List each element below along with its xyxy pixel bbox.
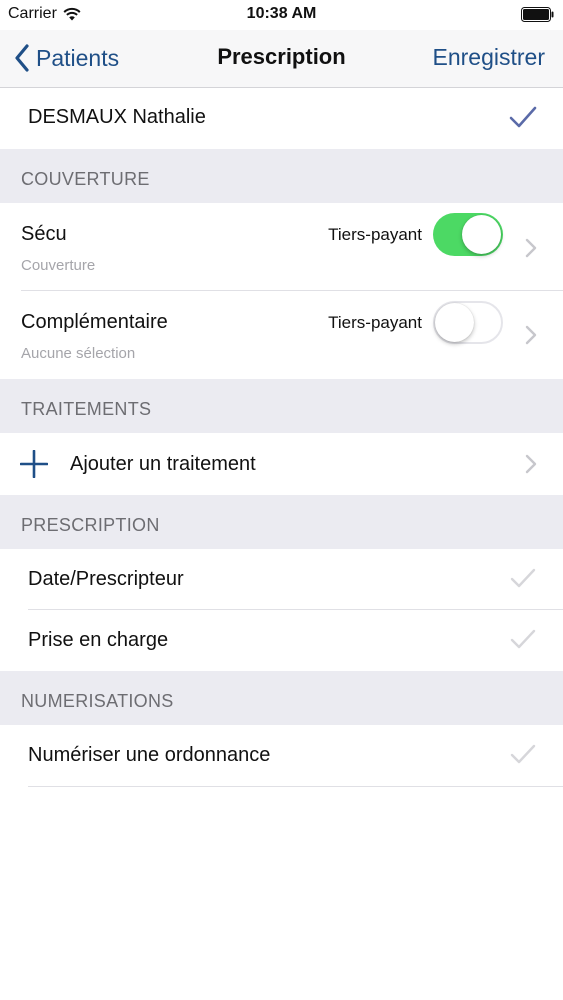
coverage-subtitle: Couverture <box>21 257 96 274</box>
checkmark-icon <box>510 629 536 649</box>
section-header-coverage: COUVERTURE <box>0 149 563 203</box>
tiers-payant-label: Tiers-payant <box>328 225 422 244</box>
back-button-label: Patients <box>36 44 120 71</box>
section-title-coverage: COUVERTURE <box>21 169 150 189</box>
battery-icon <box>521 7 554 22</box>
plus-icon <box>20 450 48 478</box>
section-header-prescription: PRESCRIPTION <box>0 495 563 549</box>
scan-prescription-row[interactable]: Numériser une ordonnance <box>0 725 563 786</box>
toggle-knob <box>462 215 501 254</box>
row-label: Prise en charge <box>28 629 169 651</box>
status-time: 10:38 AM <box>246 5 317 22</box>
patient-name: DESMAUX Nathalie <box>28 106 206 128</box>
coverage-subtitle: Aucune sélection <box>21 345 136 362</box>
navigation-bar: Patients Prescription Enregistrer <box>0 30 563 88</box>
toggle-knob <box>435 303 474 342</box>
checkmark-icon <box>510 568 536 588</box>
checkmark-icon <box>509 106 537 128</box>
tiers-payant-label: Tiers-payant <box>328 313 422 332</box>
status-bar: Carrier 10:38 AM <box>0 0 563 30</box>
coverage-row-secu[interactable]: Sécu Couverture Tiers-payant <box>0 203 563 291</box>
add-treatment-label: Ajouter un traitement <box>70 453 256 475</box>
chevron-left-icon <box>15 44 29 72</box>
section-header-scans: NUMERISATIONS <box>0 671 563 725</box>
chevron-right-icon <box>525 238 537 258</box>
row-label: Numériser une ordonnance <box>28 744 271 766</box>
tiers-payant-toggle-secu[interactable] <box>433 213 503 256</box>
checkmark-icon <box>510 744 536 764</box>
chevron-right-icon <box>525 325 537 345</box>
section-title-scans: NUMERISATIONS <box>21 691 174 711</box>
prescription-row-date-prescriber[interactable]: Date/Prescripteur <box>0 549 563 610</box>
tiers-payant-toggle-complementaire[interactable] <box>433 301 503 344</box>
section-header-treatments: TRAITEMENTS <box>0 379 563 433</box>
add-treatment-row[interactable]: Ajouter un traitement <box>0 433 563 495</box>
save-button[interactable]: Enregistrer <box>433 44 545 71</box>
back-button[interactable]: Patients <box>14 42 119 74</box>
prescription-row-coverage[interactable]: Prise en charge <box>0 610 563 671</box>
coverage-title: Complémentaire <box>21 311 168 333</box>
row-label: Date/Prescripteur <box>28 568 184 590</box>
coverage-row-complementaire[interactable]: Complémentaire Aucune sélection Tiers-pa… <box>0 291 563 379</box>
patient-row[interactable]: DESMAUX Nathalie <box>0 88 563 149</box>
coverage-title: Sécu <box>21 223 67 245</box>
row-separator <box>28 786 563 787</box>
chevron-right-icon <box>525 454 537 474</box>
section-title-treatments: TRAITEMENTS <box>21 399 152 419</box>
section-title-prescription: PRESCRIPTION <box>21 515 160 535</box>
